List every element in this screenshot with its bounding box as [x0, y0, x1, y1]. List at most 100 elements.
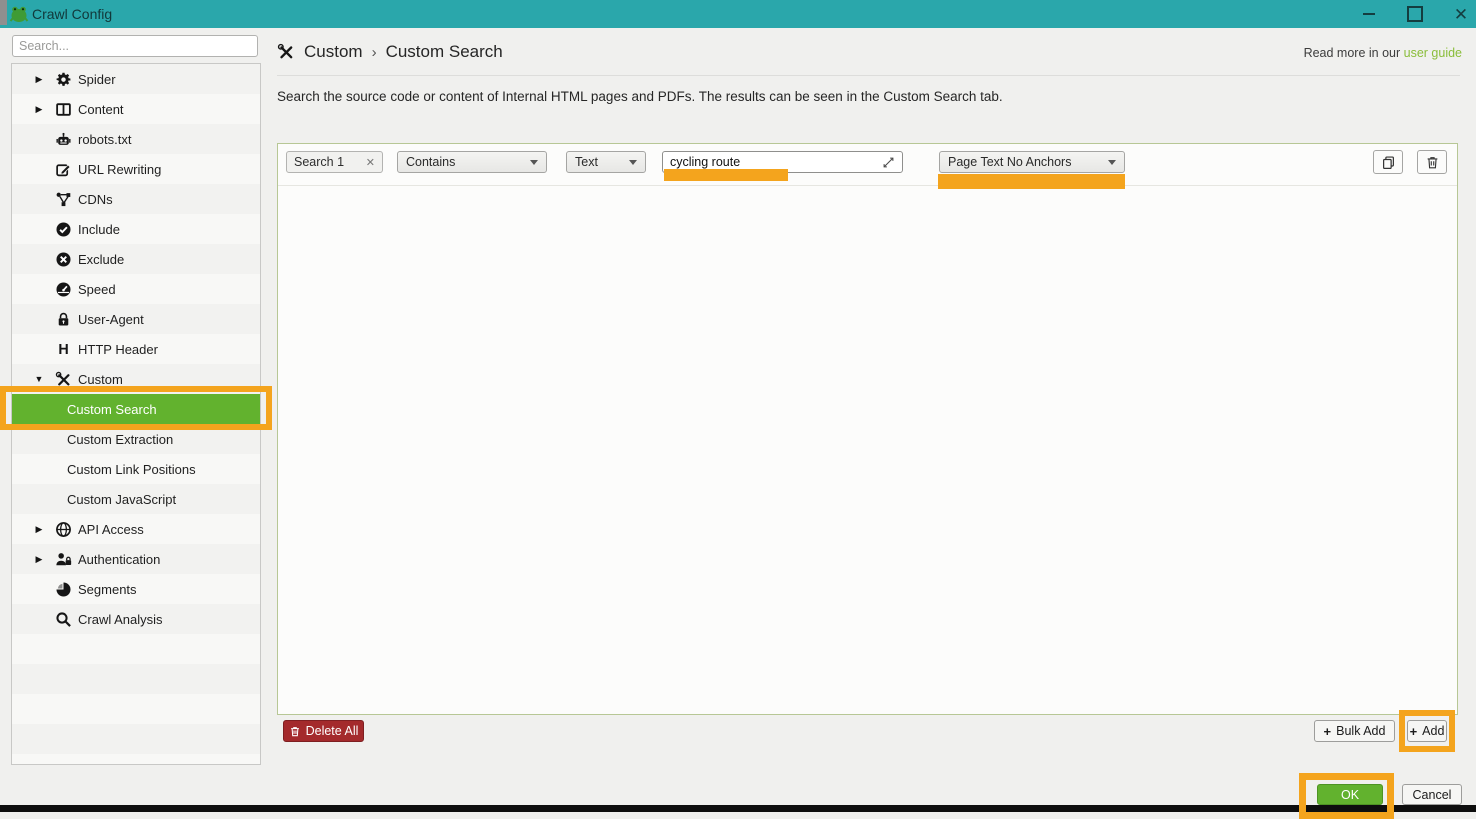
- scope-select[interactable]: Page Text No Anchors: [939, 151, 1125, 173]
- columns-icon: [55, 101, 72, 118]
- globe-icon: [55, 521, 72, 538]
- chevron-right-icon[interactable]: ▶: [32, 524, 46, 535]
- window-edge: [0, 0, 7, 25]
- app-logo-frog-icon: [9, 4, 29, 24]
- breadcrumb-current: Custom Search: [386, 42, 503, 62]
- tools-icon: [277, 43, 295, 61]
- search-name-chip[interactable]: Search 1 ✕: [286, 151, 383, 173]
- gear-icon: [55, 71, 72, 88]
- sidebar-item-custom-search[interactable]: Custom Search: [12, 394, 260, 424]
- sidebar-item-authentication[interactable]: ▶ Authentication: [12, 544, 260, 574]
- read-more-text: Read more in our user guide: [1304, 46, 1462, 60]
- expand-editor-icon[interactable]: [882, 156, 895, 169]
- sidebar-item-label: Custom Extraction: [67, 432, 173, 447]
- ok-button[interactable]: OK: [1317, 784, 1383, 805]
- sidebar-item-user-agent[interactable]: User-Agent: [12, 304, 260, 334]
- sidebar-item-label: URL Rewriting: [78, 162, 161, 177]
- type-select[interactable]: Text: [566, 151, 646, 173]
- sidebar-item-speed[interactable]: Speed: [12, 274, 260, 304]
- minimize-icon: [1363, 13, 1375, 15]
- sidebar-empty-row: [12, 724, 260, 754]
- delete-all-button[interactable]: Delete All: [283, 720, 364, 742]
- sidebar-item-robots-txt[interactable]: robots.txt: [12, 124, 260, 154]
- page-description: Search the source code or content of Int…: [277, 89, 1003, 104]
- sidebar-item-label: Authentication: [78, 552, 160, 567]
- operator-select[interactable]: Contains: [397, 151, 547, 173]
- chevron-down-icon: [1108, 160, 1116, 165]
- trash-icon: [1425, 155, 1440, 170]
- sidebar-item-segments[interactable]: Segments: [12, 574, 260, 604]
- user-lock-icon: [55, 551, 72, 568]
- cancel-button[interactable]: Cancel: [1402, 784, 1462, 805]
- sidebar-item-exclude[interactable]: Exclude: [12, 244, 260, 274]
- sidebar-item-crawl-analysis[interactable]: Crawl Analysis: [12, 604, 260, 634]
- breadcrumb: Custom › Custom Search: [277, 40, 503, 64]
- plus-icon: +: [1324, 724, 1332, 739]
- user-guide-link[interactable]: user guide: [1404, 46, 1462, 60]
- sidebar-item-label: Speed: [78, 282, 116, 297]
- sidebar-item-label: Custom Search: [67, 402, 157, 417]
- h-icon: H: [55, 341, 72, 358]
- bulk-add-label: Bulk Add: [1336, 724, 1385, 738]
- sidebar-empty-row: [12, 634, 260, 664]
- add-button[interactable]: + Add: [1407, 720, 1447, 742]
- sidebar-item-spider[interactable]: ▶Spider: [12, 64, 260, 94]
- chevron-down-icon: [629, 160, 637, 165]
- sidebar-empty-row: [12, 694, 260, 724]
- sidebar-item-label: Custom Link Positions: [67, 462, 196, 477]
- remove-search-icon[interactable]: ✕: [366, 156, 375, 169]
- read-more-prefix: Read more in our: [1304, 46, 1404, 60]
- query-input[interactable]: cycling route: [662, 151, 903, 173]
- sidebar-item-content[interactable]: ▶Content: [12, 94, 260, 124]
- sidebar-item-label: Exclude: [78, 252, 124, 267]
- sidebar-item-label: API Access: [78, 522, 144, 537]
- scope-value: Page Text No Anchors: [948, 155, 1071, 169]
- close-button[interactable]: ✕: [1444, 0, 1476, 28]
- plus-icon: +: [1410, 724, 1418, 739]
- close-icon: ✕: [1454, 6, 1468, 23]
- edit-icon: [55, 161, 72, 178]
- sidebar-item-api-access[interactable]: ▶ API Access: [12, 514, 260, 544]
- sidebar-item-label: Segments: [78, 582, 137, 597]
- sidebar-item-custom-javascript[interactable]: Custom JavaScript: [12, 484, 260, 514]
- type-value: Text: [575, 155, 598, 169]
- bulk-add-button[interactable]: + Bulk Add: [1314, 720, 1395, 742]
- breadcrumb-separator: ›: [372, 44, 377, 61]
- delete-search-button[interactable]: [1417, 150, 1447, 174]
- row-separator: [278, 185, 1457, 186]
- window-title: Crawl Config: [32, 0, 112, 28]
- sidebar-item-label: User-Agent: [78, 312, 144, 327]
- delete-all-label: Delete All: [306, 724, 359, 738]
- sidebar-item-include[interactable]: Include: [12, 214, 260, 244]
- tools-icon: [55, 371, 72, 388]
- sidebar-item-cdns[interactable]: CDNs: [12, 184, 260, 214]
- speedometer-icon: [55, 281, 72, 298]
- minimize-button[interactable]: [1352, 0, 1386, 28]
- chevron-right-icon[interactable]: ▶: [32, 554, 46, 565]
- bottom-edge-bar: [0, 805, 1476, 812]
- maximize-button[interactable]: [1398, 0, 1432, 28]
- sidebar-item-custom-extraction[interactable]: Custom Extraction: [12, 424, 260, 454]
- sidebar-item-custom[interactable]: ▼ Custom: [12, 364, 260, 394]
- chevron-down-icon: [530, 160, 538, 165]
- sidebar-item-http-header[interactable]: HHTTP Header: [12, 334, 260, 364]
- breadcrumb-parent[interactable]: Custom: [304, 42, 363, 62]
- duplicate-search-button[interactable]: [1373, 150, 1403, 174]
- copy-icon: [1381, 155, 1396, 170]
- sidebar-empty-row: [12, 754, 260, 765]
- sidebar-search-input[interactable]: [12, 35, 258, 57]
- title-bar: [0, 0, 1476, 28]
- sidebar-item-label: Include: [78, 222, 120, 237]
- query-value: cycling route: [670, 155, 740, 169]
- magnifier-icon: [55, 611, 72, 628]
- chevron-down-icon[interactable]: ▼: [32, 374, 46, 384]
- operator-value: Contains: [406, 155, 455, 169]
- sidebar-item-url-rewriting[interactable]: URL Rewriting: [12, 154, 260, 184]
- chevron-right-icon[interactable]: ▶: [32, 74, 46, 85]
- config-tree: ▶Spider▶Contentrobots.txt URL Rewriting CD…: [11, 63, 261, 765]
- sidebar-item-custom-link-positions[interactable]: Custom Link Positions: [12, 454, 260, 484]
- custom-search-panel: Search 1 ✕ Contains Text cycling route P…: [277, 143, 1458, 715]
- chevron-right-icon[interactable]: ▶: [32, 104, 46, 115]
- sidebar-item-label: Custom: [78, 372, 123, 387]
- trash-icon: [289, 725, 301, 738]
